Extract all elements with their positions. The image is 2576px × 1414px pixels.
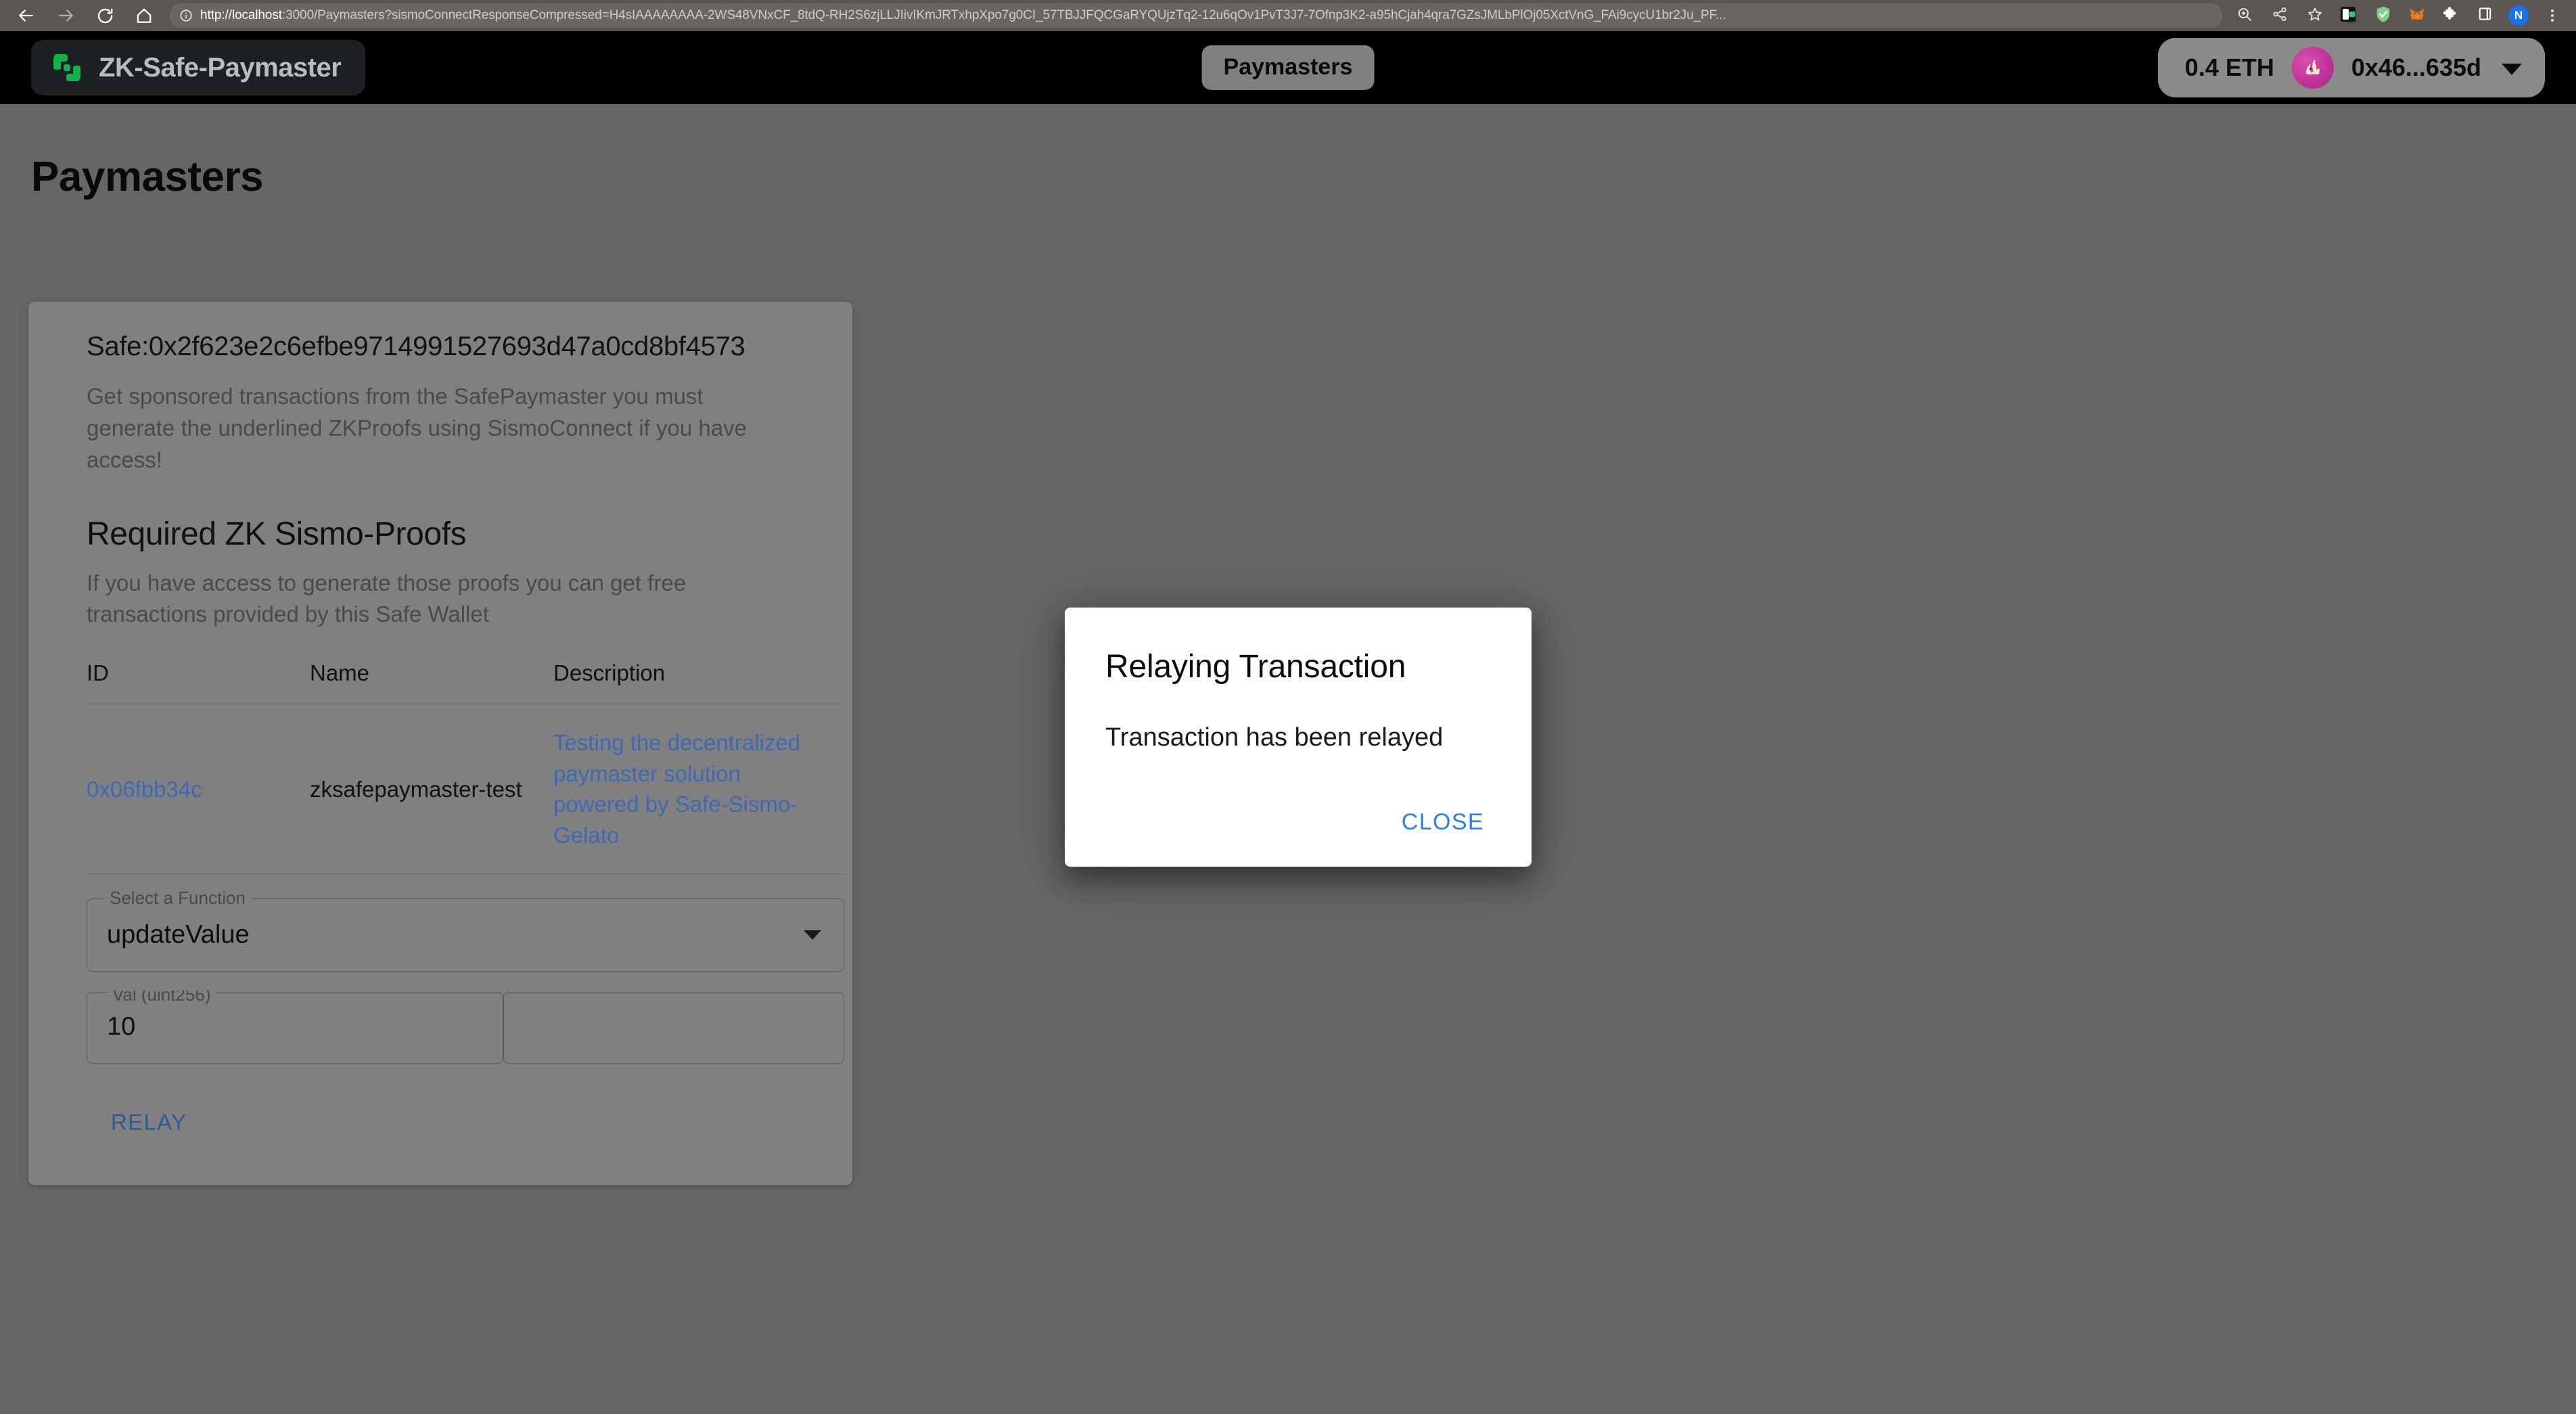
home-button[interactable] [124,2,164,29]
adblock-button[interactable] [2366,2,2400,29]
url-rest: :3000/Paymasters?sismoConnectResponseCom… [281,8,1726,22]
arrow-left-icon [18,7,35,24]
metamask-fox-icon [2408,5,2426,27]
share-button[interactable] [2262,2,2297,29]
dialog-actions: CLOSE [1105,804,1491,841]
extension-a-button[interactable] [2332,2,2366,29]
three-dot-menu-icon [2551,9,2554,22]
param-input-value[interactable]: 10 [107,1013,135,1042]
star-icon [2307,6,2323,26]
page-root: ZK-Safe-Paymaster Paymasters 0.4 ETH 0x4… [0,31,2576,1383]
extensions-button[interactable] [2434,2,2468,29]
avatar: N [2508,5,2529,26]
url-host: http://localhost [200,8,282,22]
forward-button[interactable] [46,2,85,29]
share-icon [2272,6,2288,26]
browser-menu-button[interactable] [2535,2,2569,29]
side-panel-button[interactable] [2468,2,2502,29]
param-input-label: Val (uint256) [107,990,216,1006]
reload-button[interactable] [85,2,124,29]
relaying-transaction-dialog: Relaying Transaction Transaction has bee… [1065,608,1532,867]
zoom-button[interactable] [2227,2,2262,29]
modal-overlay[interactable]: Relaying Transaction Transaction has bee… [0,62,2576,1414]
toolbar-actions: N [2227,2,2569,29]
magnifier-icon [2236,6,2253,26]
browser-toolbar: http://localhost:3000/Paymasters?sismoCo… [0,0,2576,31]
bookmark-button[interactable] [2297,2,2332,29]
puzzle-icon [2442,5,2460,26]
close-button[interactable]: CLOSE [1392,804,1491,841]
back-button[interactable] [7,2,46,29]
address-bar[interactable]: http://localhost:3000/Paymasters?sismoCo… [169,3,2223,28]
side-panel-icon [2477,5,2493,26]
home-icon [135,7,153,24]
info-circle-icon[interactable] [179,8,193,23]
arrow-right-icon [57,7,74,24]
reload-icon [96,7,114,25]
url-text: http://localhost:3000/Paymasters?sismoCo… [200,3,1726,28]
profile-button[interactable]: N [2502,2,2535,29]
shield-check-icon [2374,5,2393,27]
metamask-button[interactable] [2400,2,2434,29]
dialog-title: Relaying Transaction [1105,649,1406,685]
puzzle-extension-icon [2341,7,2358,24]
dialog-message: Transaction has been relayed [1105,723,1444,752]
